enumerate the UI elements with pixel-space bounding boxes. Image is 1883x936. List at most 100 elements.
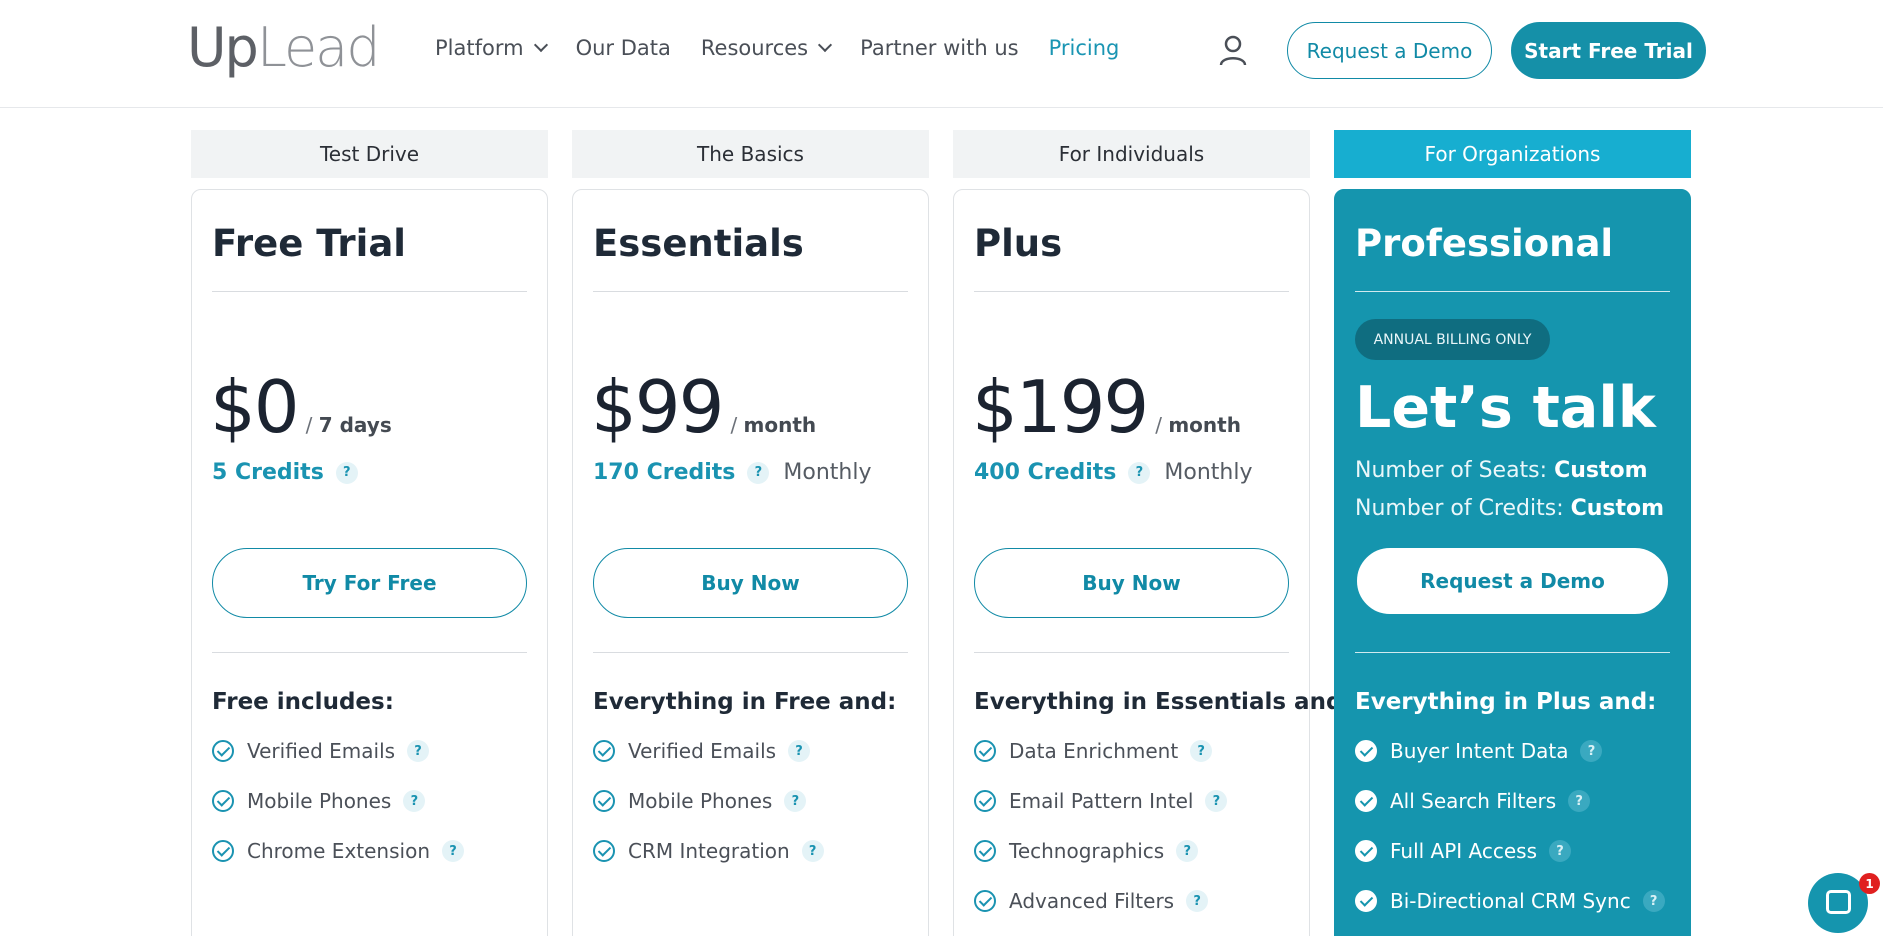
help-icon[interactable]: ? bbox=[747, 461, 770, 484]
plan-card-free-trial: Free Trial $0 / 7 days 5 Credits ? Try F… bbox=[191, 189, 548, 936]
check-circle-icon bbox=[1355, 840, 1377, 862]
chevron-down-icon bbox=[818, 37, 833, 53]
divider bbox=[974, 652, 1289, 653]
request-demo-card-button[interactable]: Request a Demo bbox=[1357, 548, 1668, 614]
main-nav: Platform Our Data Resources Partner with… bbox=[435, 36, 1149, 60]
check-circle-icon bbox=[212, 740, 234, 762]
feature-item: Advanced Filters? bbox=[974, 889, 1209, 913]
feature-item: All Search Filters? bbox=[1355, 789, 1591, 813]
feature-item: Mobile Phones? bbox=[593, 789, 807, 813]
plan-credits: 400 Credits ? Monthly bbox=[974, 460, 1253, 485]
user-icon[interactable] bbox=[1218, 34, 1248, 66]
help-icon[interactable]: ? bbox=[788, 740, 811, 762]
help-icon[interactable]: ? bbox=[335, 461, 358, 484]
check-circle-icon bbox=[974, 740, 996, 762]
nav-pricing[interactable]: Pricing bbox=[1049, 36, 1120, 60]
price-amount: $0 bbox=[210, 365, 300, 449]
feature-item: Full API Access? bbox=[1355, 839, 1572, 863]
feature-item: CRM Integration? bbox=[593, 839, 824, 863]
divider bbox=[212, 291, 527, 292]
help-icon[interactable]: ? bbox=[1176, 840, 1199, 862]
feature-item: Email Pattern Intel? bbox=[974, 789, 1228, 813]
check-circle-icon bbox=[1355, 890, 1377, 912]
feature-item: Buyer Intent Data? bbox=[1355, 739, 1603, 763]
help-icon[interactable]: ? bbox=[1190, 740, 1213, 762]
credits-period: Monthly bbox=[1164, 460, 1253, 485]
help-icon[interactable]: ? bbox=[442, 840, 464, 862]
divider bbox=[1355, 291, 1670, 292]
help-icon[interactable]: ? bbox=[1549, 840, 1572, 862]
help-icon[interactable]: ? bbox=[403, 790, 426, 812]
includes-heading: Everything in Essentials and: bbox=[974, 689, 1352, 715]
plan-title: Free Trial bbox=[212, 222, 406, 265]
plan-credits: 5 Credits ? bbox=[212, 460, 358, 485]
seats-row: Number of Seats: Custom bbox=[1355, 458, 1648, 483]
help-icon[interactable]: ? bbox=[1205, 790, 1228, 812]
divider bbox=[212, 652, 527, 653]
site-header: UpLead Platform Our Data Resources Partn… bbox=[0, 0, 1883, 108]
price-period: / month bbox=[730, 413, 817, 437]
buy-now-button[interactable]: Buy Now bbox=[593, 548, 908, 618]
buy-now-button[interactable]: Buy Now bbox=[974, 548, 1289, 618]
start-free-trial-button[interactable]: Start Free Trial bbox=[1511, 22, 1706, 79]
divider bbox=[593, 652, 908, 653]
chat-notification-badge: 1 bbox=[1859, 873, 1880, 894]
plan-price: $0 / 7 days bbox=[210, 365, 392, 449]
help-icon[interactable]: ? bbox=[1580, 740, 1603, 762]
help-icon[interactable]: ? bbox=[801, 840, 824, 862]
price-amount: $199 bbox=[972, 365, 1149, 449]
help-icon[interactable]: ? bbox=[1128, 461, 1151, 484]
lets-talk-headline: Let’s talk bbox=[1355, 375, 1656, 441]
nav-platform[interactable]: Platform bbox=[435, 36, 548, 60]
nav-our-data[interactable]: Our Data bbox=[576, 36, 671, 60]
plan-price: $99 / month bbox=[591, 365, 816, 449]
plan-title: Plus bbox=[974, 222, 1063, 265]
chevron-down-icon bbox=[533, 37, 548, 53]
request-demo-button[interactable]: Request a Demo bbox=[1287, 22, 1492, 79]
tier-for-individuals: For Individuals bbox=[953, 130, 1310, 178]
help-icon[interactable]: ? bbox=[1568, 790, 1591, 812]
credits-amount: 400 Credits bbox=[974, 460, 1117, 485]
feature-item: Verified Emails? bbox=[212, 739, 430, 763]
plan-title: Essentials bbox=[593, 222, 804, 265]
includes-heading: Free includes: bbox=[212, 689, 394, 715]
help-icon[interactable]: ? bbox=[407, 740, 430, 762]
credits-period: Monthly bbox=[783, 460, 872, 485]
help-icon[interactable]: ? bbox=[1186, 890, 1209, 912]
credits-amount: 5 Credits bbox=[212, 460, 324, 485]
feature-item: Data Enrichment? bbox=[974, 739, 1213, 763]
check-circle-icon bbox=[212, 790, 234, 812]
tier-for-organizations: For Organizations bbox=[1334, 130, 1691, 178]
check-circle-icon bbox=[593, 840, 615, 862]
feature-item: Bi-Directional CRM Sync? bbox=[1355, 889, 1665, 913]
credits-row: Number of Credits: Custom bbox=[1355, 496, 1665, 521]
price-period: / 7 days bbox=[305, 413, 392, 437]
feature-item: Chrome Extension? bbox=[212, 839, 464, 863]
annual-billing-badge: ANNUAL BILLING ONLY bbox=[1355, 319, 1550, 360]
credits-amount: 170 Credits bbox=[593, 460, 736, 485]
plan-card-essentials: Essentials $99 / month 170 Credits ? Mon… bbox=[572, 189, 929, 936]
nav-resources[interactable]: Resources bbox=[701, 36, 833, 60]
help-icon[interactable]: ? bbox=[784, 790, 807, 812]
feature-item: Technographics? bbox=[974, 839, 1199, 863]
try-for-free-button[interactable]: Try For Free bbox=[212, 548, 527, 618]
plan-credits: 170 Credits ? Monthly bbox=[593, 460, 872, 485]
check-circle-icon bbox=[593, 790, 615, 812]
divider bbox=[1355, 652, 1670, 653]
plan-title: Professional bbox=[1355, 222, 1614, 265]
chat-icon bbox=[1826, 890, 1851, 914]
nav-partner[interactable]: Partner with us bbox=[860, 36, 1018, 60]
price-amount: $99 bbox=[591, 365, 724, 449]
plan-card-professional: Professional ANNUAL BILLING ONLY Let’s t… bbox=[1334, 189, 1691, 936]
check-circle-icon bbox=[974, 840, 996, 862]
includes-heading: Everything in Free and: bbox=[593, 689, 897, 715]
help-icon[interactable]: ? bbox=[1642, 890, 1665, 912]
price-period: / month bbox=[1155, 413, 1241, 437]
uplead-logo[interactable]: UpLead bbox=[187, 18, 381, 78]
tier-test-drive: Test Drive bbox=[191, 130, 548, 178]
feature-item: Mobile Phones? bbox=[212, 789, 426, 813]
check-circle-icon bbox=[974, 890, 996, 912]
divider bbox=[593, 291, 908, 292]
tier-the-basics: The Basics bbox=[572, 130, 929, 178]
feature-item: Verified Emails? bbox=[593, 739, 811, 763]
